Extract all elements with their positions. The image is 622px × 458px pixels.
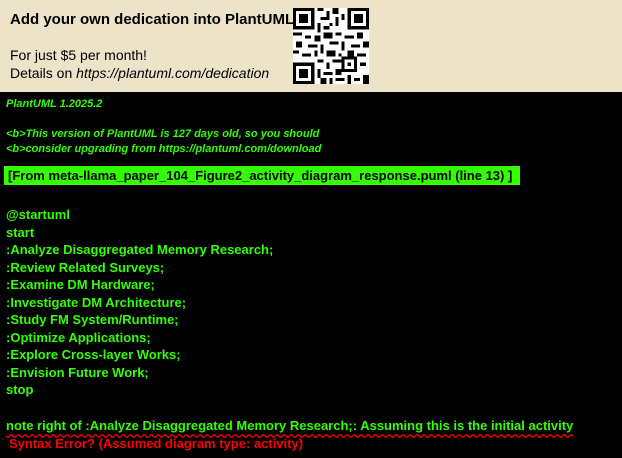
banner-price-text: For just $5 per month! — [10, 47, 147, 63]
plantuml-version: PlantUML 1.2025.2 — [6, 98, 103, 110]
banner-details-text: Details on https://plantuml.com/dedicati… — [10, 65, 269, 81]
source-file-label: [From meta-llama_paper_104_Figure2_activ… — [4, 166, 520, 185]
banner-details-prefix: Details on — [10, 65, 77, 81]
source-line: stop — [6, 382, 34, 397]
source-line: start — [6, 224, 35, 240]
syntax-error-message: Syntax Error? (Assumed diagram type: act… — [9, 436, 304, 451]
source-line: :Examine DM Hardware; — [6, 277, 155, 292]
source-line: :Explore Cross-layer Works; — [6, 347, 181, 362]
version-warning-line-1: <b>This version of PlantUML is 127 days … — [6, 128, 320, 140]
banner-title: Add your own dedication into PlantUML — [10, 11, 295, 28]
source-line: :Review Related Surveys; — [6, 259, 165, 275]
qr-code-icon — [293, 8, 369, 84]
source-file-text: [From meta-llama_paper_104_Figure2_activ… — [8, 168, 513, 183]
dedication-banner: Add your own dedication into PlantUML Fo… — [0, 0, 622, 92]
error-source-line: note right of :Analyze Disaggregated Mem… — [6, 418, 574, 433]
source-line: @startuml — [6, 207, 70, 222]
source-line: :Study FM System/Runtime; — [6, 312, 179, 327]
version-warning-line-2: <b>consider upgrading from https://plant… — [6, 143, 322, 155]
source-line: :Investigate DM Architecture; — [6, 294, 187, 310]
dedication-link[interactable]: https://plantuml.com/dedication — [76, 65, 269, 81]
source-line: :Envision Future Work; — [6, 364, 149, 380]
source-line: :Optimize Applications; — [6, 329, 151, 345]
source-line: :Analyze Disaggregated Memory Research; — [6, 242, 274, 257]
